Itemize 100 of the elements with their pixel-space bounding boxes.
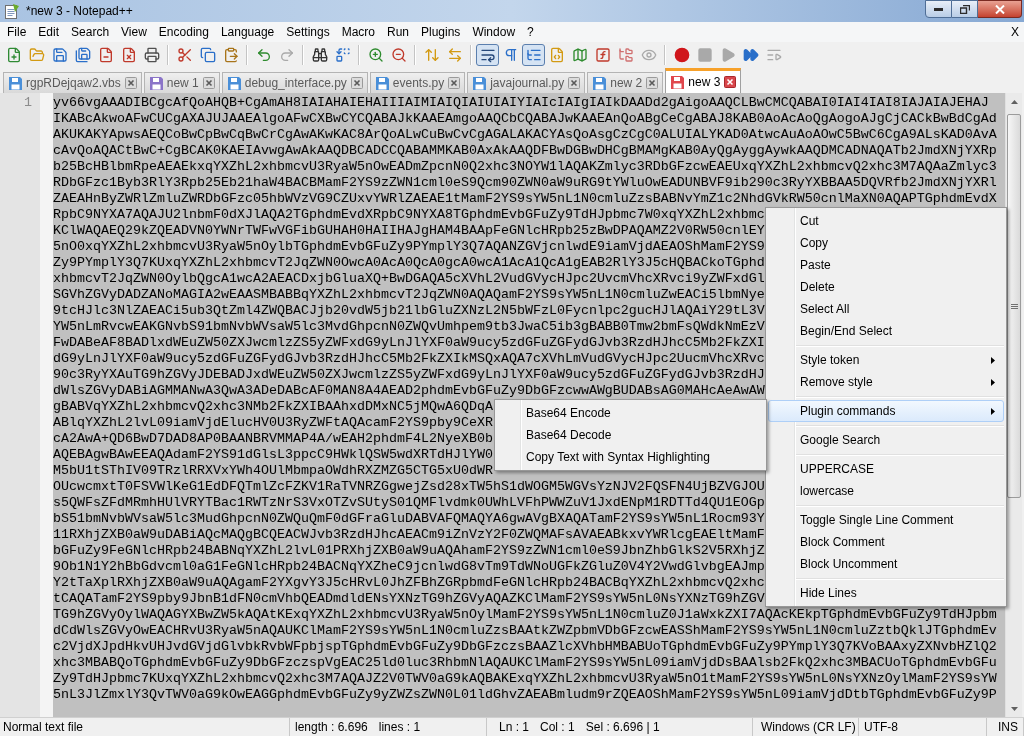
document-close-button[interactable]: X	[1011, 23, 1024, 41]
file-plus-icon	[5, 47, 22, 63]
tab[interactable]: new 3	[665, 68, 742, 93]
text-row: c2VjdXJpdHkvUHJvdGVjdGlvbkRvbWFpbjspTGphdmEvbGFuZy9DbGFzczsBAAZlcXVhbHMBABUoTGphdmEvbGFuZy9PYmplY3Q7KVoBAAxyZXNvbHZlQ2	[53, 639, 997, 655]
scrollbar-thumb[interactable]	[1007, 114, 1021, 498]
menu-item[interactable]: UPPERCASE	[768, 458, 1004, 480]
file-x-icon	[120, 47, 137, 63]
menu-bar-item[interactable]: Window	[466, 23, 522, 41]
menu-item[interactable]: Copy Text with Syntax Highlighting	[497, 446, 764, 468]
status-text: Ln : 1	[499, 719, 530, 736]
menu-bar-item[interactable]: Search	[65, 23, 116, 41]
menu-bar-item[interactable]: Settings	[280, 23, 336, 41]
menu-item[interactable]: Plugin commands	[768, 400, 1004, 422]
menu-bar-item[interactable]: Language	[214, 23, 281, 41]
menu-bar-item[interactable]: Run	[381, 23, 415, 41]
tab[interactable]: new 2	[587, 72, 664, 93]
menu-item[interactable]: Google Search	[768, 429, 1004, 451]
close-icon[interactable]	[202, 77, 215, 89]
tab[interactable]: events.py	[369, 72, 466, 93]
text-row: 9Ob1N1Y2hBbGdvcml0aG1FeGNlcHRpb24BACNqYXZheC9jcnlwdG8vTm9TdWNoUGFkZGluZ0V4Y2VwdGlvbgEAJmp	[53, 559, 765, 575]
menu-item[interactable]: Remove style	[768, 371, 1004, 393]
text-row: FwDABeAF8BADlxdWEuZW50ZXJwcmlzZS5yZWFxdG9yLnJlYXF0aW9ucy5zdGFuZGFydGJvb3RzdHJhcC5Mb2FkZXI	[53, 335, 765, 351]
text-row: cA2AwA+QD6BwD7DAD8AP0BAANBRVMMAP4A/wEAH2phdmF4L2NyeXB0b	[53, 431, 493, 447]
close-icon[interactable]	[568, 77, 581, 89]
text-row: RDbGFzc1Byb3RlY3Rpb25Eb21haW4BACBMamF2YS9zZWN1cml0eS9Qcm90ZWN0aW9uRG9tYWluOwEADUNBVF9ib290c3RyYXBBAA5DQVRfb2JmdXNjYXRl	[53, 175, 997, 191]
folder-icon	[28, 47, 45, 63]
zoom-out-icon	[390, 47, 407, 63]
zoom-in-icon	[367, 47, 384, 63]
menu-item[interactable]: Begin/End Select	[768, 320, 1004, 342]
grip-icon	[1010, 303, 1018, 309]
restore-icon	[959, 4, 970, 14]
text-row: TG9hZGVyOylWAQAGYXBwZW5kAQAtKExqYXZhL2xhbmcvU3RyaW5nOylMamF2YS9sYW5nL1N0cmluZ0J1aWxkZXI7AQAcKEkpTGphdmEvbGFuZy9TdHJpbm	[53, 607, 997, 623]
menu-item[interactable]: Hide Lines	[768, 582, 1004, 604]
menu-bar-item[interactable]: View	[115, 23, 153, 41]
menu-item[interactable]: Delete	[768, 276, 1004, 298]
scissors-icon	[176, 47, 193, 63]
tab[interactable]: rgpRDejqaw2.vbs	[3, 72, 142, 93]
stop-icon	[696, 47, 713, 63]
text-row: OUcwcmxtT0FSVWlKeG1EdDFQTmlZcFZKV1RaTVNRZGgwejZsd28xTW5hS1dWOGM5WGVsYzNJV2FQSFN4UjBZVGJOU	[53, 479, 765, 495]
window-title: *new 3 - Notepad++	[26, 3, 133, 20]
left-right-arrows-icon	[446, 47, 463, 63]
menu-item[interactable]: Block Uncomment	[768, 553, 1004, 575]
tab[interactable]: javajournal.py	[467, 72, 586, 93]
text-row: AKUKAKYApwsAEQCoBwCpBwCqBwCrCgAwAKwKAC8ArQoALwCuBwCvCgAGALAKACYAsQoAsgCzCgC0ALUIALYKAD0AtwcAuAoAOwC5BwC6CgA9ALsKAD0AvA	[53, 127, 997, 143]
text-row: SGVhZGVyDADZANoMAGIA2wEAASMBABBqYXZhL2xhbmcvT2JqZWN0AQAQamF2YS9sYW5nL1N0cmluZwEACi5lbmNye	[53, 287, 765, 303]
menu-item[interactable]: Style token	[768, 349, 1004, 371]
status-text: Windows (CR LF)	[761, 719, 856, 736]
text-row: 5nL3JlZmxlY3QvTWV0aG9kOwEAGGphdmEvbGFuZy9yZWZsZWN0L01ldGhvZAEABmludm9rZQEAOShMamF2YS9sYW5nL09iamVjdDtbTGphdmEvbGFuZy9P	[53, 687, 997, 703]
close-icon[interactable]	[124, 77, 137, 89]
close-icon	[994, 4, 1005, 14]
menu-bar-item[interactable]: Encoding	[152, 23, 215, 41]
binoculars-icon	[311, 47, 328, 63]
minimize-button[interactable]	[925, 0, 952, 18]
line-number: 1	[24, 95, 32, 110]
menu-item[interactable]: Base64 Decode	[497, 424, 764, 446]
file-minus-icon	[97, 47, 114, 63]
close-button[interactable]	[978, 0, 1022, 18]
text-row: YW5nLmRvcwEAKGNvbS91bmNvbWVsaW5lc3MvdGhpcnN0ZWQvUmhpem9tb3JwaC5ib3gBABB0Tmw2bmFsQWdkNmEzV	[53, 319, 765, 335]
fast-forward-icon	[742, 47, 759, 63]
toolbar-button[interactable]	[476, 44, 499, 66]
close-icon[interactable]	[350, 77, 363, 89]
close-icon[interactable]	[724, 76, 737, 88]
vertical-scrollbar[interactable]	[1005, 93, 1022, 717]
text-row: b25BcHBlbmRpeAEAEkxqYXZhL2xhbmcvU3RyaW5nOwEADmZpcnN0Q2xhc3NOYW1lAQAKZmlyc3RDbGFzcwEAEUxqYXZhL2xhbmcvQ2xhc3M7AQAaZmlyc3	[53, 159, 997, 175]
text-row: ABlqYXZhL2lvL09iamVjdElucHV0U3RyZWFtAQAcamF2YS9pby9CeXR	[53, 415, 493, 431]
menu-item[interactable]: Paste	[768, 254, 1004, 276]
menu-bar-item[interactable]: ?	[521, 23, 540, 41]
text-row: 9tcHJlc3NlZAEACi5ub3QtZml4ZWQBACJjb20vdW5jb21lbGluZXNzL2N5bWFzL0Fycnlpc2gucHJlAQAiY29tL3V	[53, 303, 765, 319]
map-icon	[571, 47, 588, 63]
menu-bar-item[interactable]: Plugins	[415, 23, 467, 41]
wrap-text-icon	[479, 47, 496, 63]
status-text: Col : 1	[540, 719, 575, 736]
text-row: xhc3MBABQoTGphdmEvbGFuZy9DbGFzczspVgEAC25ld0luc3RhbmNlAQAUKClMamF2YS9sYW5nL09iamVjdDsBAAlsb2FkQ2xhc3MBACUoTGphdmEvbGFu	[53, 655, 997, 671]
text-row: bGFuZy9FeGNlcHRpb24BABNqYXZhL2lvL01PRXhjZXB0aW9uAQAhamF2YS9zZWN1cml0eS9JbnZhbGlkS2V5RXhjZ	[53, 543, 765, 559]
menu-item[interactable]: Cut	[768, 210, 1004, 232]
replace-icon	[334, 47, 351, 63]
menu-bar-item[interactable]: File	[1, 23, 33, 41]
text-row: yv66vgAAADIBCgcAfQoAHQB+CgAmAH8IAIAHAIEHAIIIAIMIAIQIAIUIAIYIAIcIAIgIAIkDAADd2gAigoAAQCLBwCMCQABAI0IAI4IAI8IAJAIAJEHAJ	[53, 95, 989, 111]
menu-bar-item[interactable]: Edit	[32, 23, 66, 41]
menu-item[interactable]: Block Comment	[768, 531, 1004, 553]
status-text: length : 6.696	[295, 719, 368, 736]
down-arrow-icon	[1010, 706, 1018, 711]
tab[interactable]: debug_interface.py	[221, 72, 368, 93]
notepad-icon	[4, 3, 20, 19]
menu-item[interactable]: Toggle Single Line Comment	[768, 509, 1004, 531]
tab[interactable]: new 1	[143, 72, 220, 93]
close-icon[interactable]	[646, 77, 659, 89]
menu-item[interactable]: lowercase	[768, 480, 1004, 502]
list-tree-icon	[525, 47, 542, 63]
redo-icon	[278, 47, 295, 63]
menu-item[interactable]: Select All	[768, 298, 1004, 320]
menu-item[interactable]: Base64 Encode	[497, 402, 764, 424]
menu-bar-item[interactable]: Macro	[335, 23, 381, 41]
text-row: dCdWlsZGVyOwEACHRvU3RyaW5nAQAUKClMamF2YS9sYW5nL1N0cmluZzsBAAtkZWZpbmVDbGFzcwEASShMamF2YS9sYW5nL1N0cmluZztbQklJTGphdmEv	[53, 623, 997, 639]
text-row: ZAEAHnByZWRlZmluZWRDbGFzc05hbWVzVG9CZUxvYWRlZAEAE1tMamF2YS9sYW5nL1N0cmluZzsBABNvYmZ1c2NhdGVkRW50cnlMaXN0AQAPTGphdmEvdX	[53, 191, 997, 207]
text-row: RpbC9NYXA7AQAJU2lnbmF0dXJlAQA2TGphdmEvdXRpbC9NYXA8TGphdmEvbGFuZy9TdHJpbmc7W0xqYXZhL2xhbmc	[53, 207, 765, 223]
status-text: Sel : 6.696 | 1	[585, 719, 660, 736]
close-icon[interactable]	[448, 77, 461, 89]
restore-button[interactable]	[952, 0, 978, 18]
menu-item[interactable]: Copy	[768, 232, 1004, 254]
